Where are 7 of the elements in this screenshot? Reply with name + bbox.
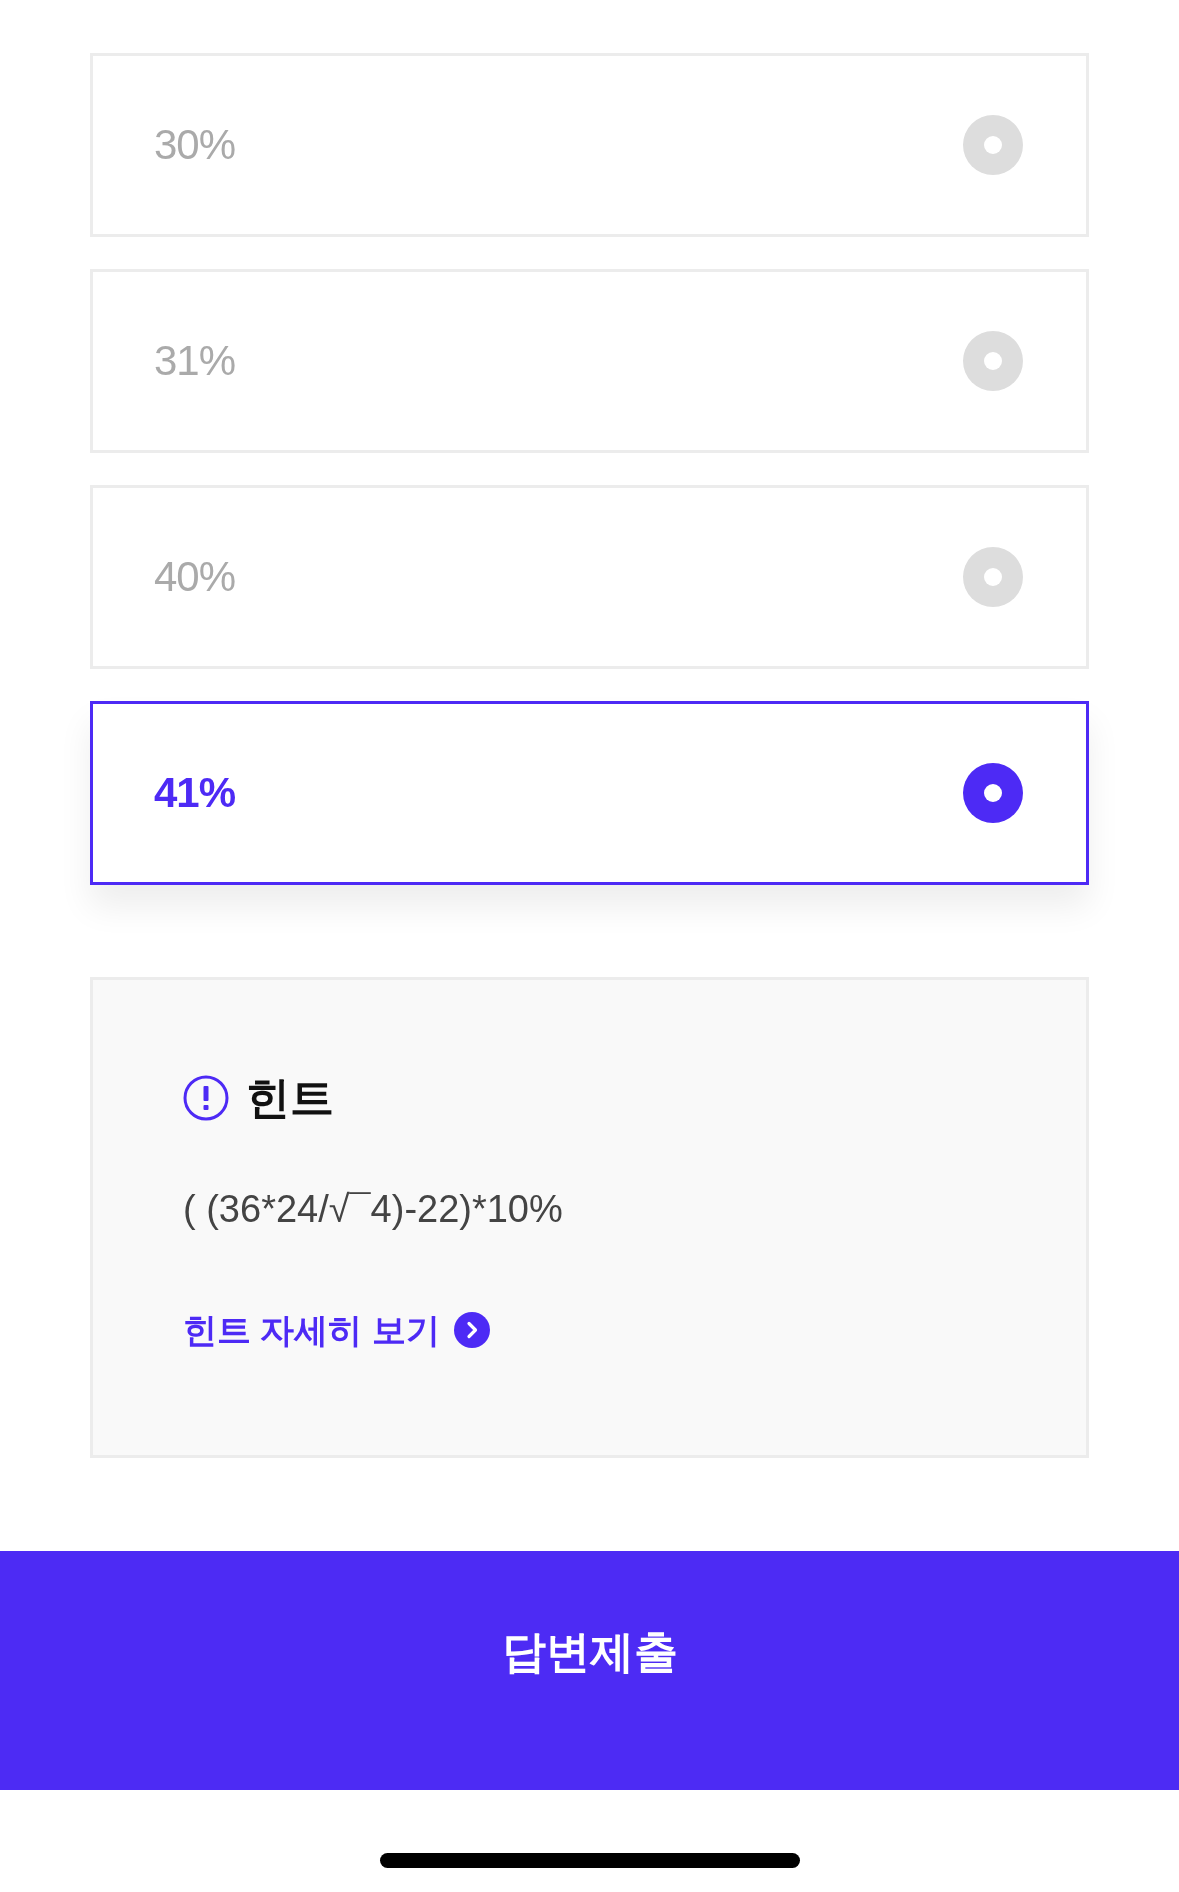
hint-title: 힌트 <box>246 1075 334 1121</box>
hint-detail-link[interactable]: 힌트 자세히 보기 <box>183 1309 490 1351</box>
hint-formula: ( (36*24/√¯4)-22)*10% <box>183 1187 563 1232</box>
submit-button[interactable]: 답변제출 <box>0 1551 1179 1790</box>
answer-option[interactable]: 41% <box>90 701 1089 885</box>
chevron-right-icon <box>453 1312 490 1348</box>
exclamation-icon <box>183 1075 229 1121</box>
